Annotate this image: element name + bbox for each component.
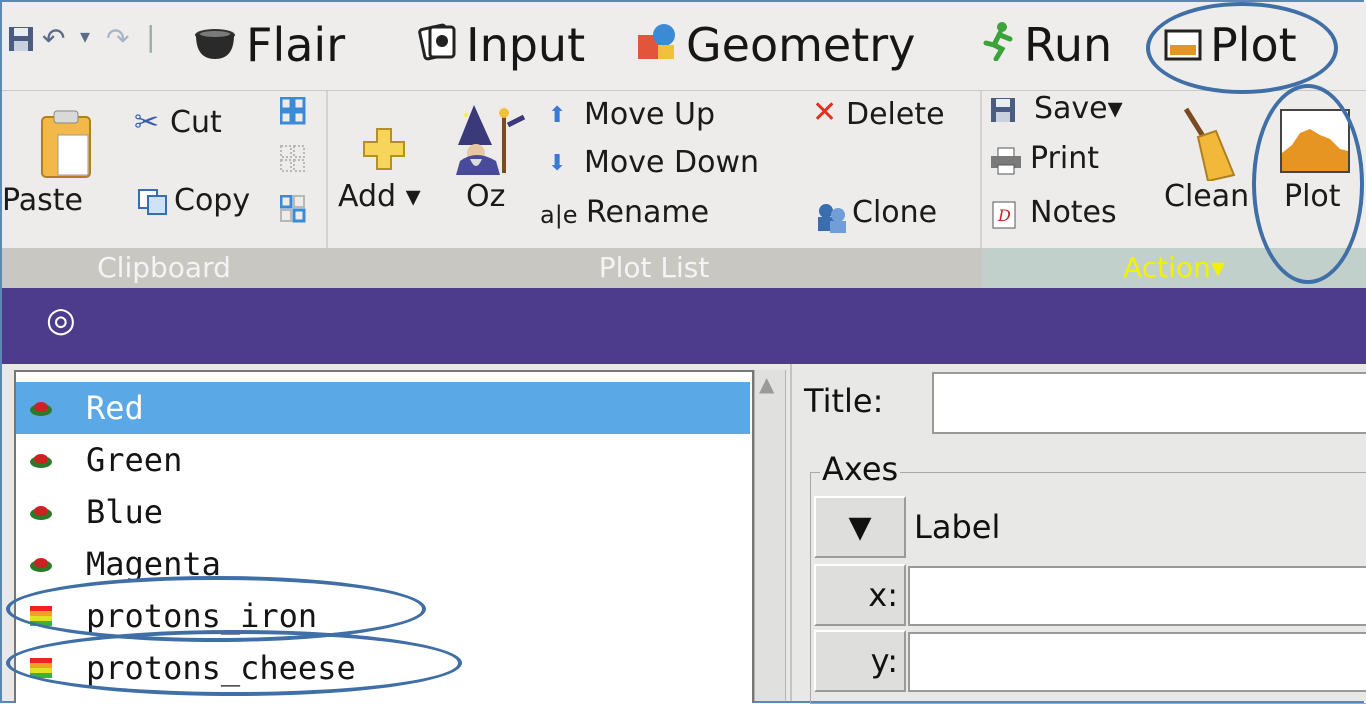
ribbon-group-bar: Clipboard Plot List Action▾ (2, 248, 1366, 288)
invert-selection-icon[interactable] (279, 194, 306, 227)
label-column-header: Label (914, 508, 1001, 546)
up-arrow-icon: ⬆ (548, 103, 567, 128)
clean-label: Clean (1164, 179, 1250, 214)
detector-icon (16, 398, 66, 418)
toolbar-divider: | (146, 20, 156, 53)
ribbon: Paste ✂ Cut Copy Add ▾ Oz ⬆ Move Up ⬇ Mo… (2, 90, 1366, 249)
scroll-up-icon[interactable]: ▲ (759, 372, 774, 396)
tab-input[interactable]: Input (418, 10, 585, 80)
plot-list-item-label: Green (86, 441, 183, 479)
copy-label: Copy (174, 183, 251, 218)
target-icon[interactable]: ◎ (46, 300, 76, 340)
paste-label: Paste (2, 183, 83, 218)
tab-flair[interactable]: Flair (192, 10, 345, 80)
plot-properties-panel: Title: Axes ▼ Label x: y: (790, 364, 1366, 704)
cauldron-icon (192, 18, 238, 72)
group-clipboard-label: Clipboard (97, 251, 231, 284)
delete-x-icon: ✕ (812, 95, 838, 130)
move-down-label: Move Down (584, 145, 759, 180)
group-plotlist-label: Plot List (598, 251, 710, 284)
tab-run-label: Run (1024, 18, 1113, 72)
add-plus-icon (362, 127, 406, 175)
page-header-bar: ◎ (2, 288, 1366, 364)
cards-icon (418, 18, 458, 72)
notes-label: Notes (1030, 195, 1117, 230)
label-collapse-toggle[interactable]: ▼ (814, 496, 906, 558)
plot-list-item-label: Red (86, 389, 144, 427)
tab-run[interactable]: Run (982, 10, 1112, 80)
x-label-input[interactable] (908, 566, 1366, 626)
select-all-icon[interactable] (279, 96, 306, 129)
clone-label: Clone (852, 195, 938, 230)
oz-label: Oz (466, 179, 506, 214)
detector-icon (16, 554, 66, 574)
select-none-icon[interactable] (280, 145, 306, 177)
tab-geometry[interactable]: Geometry (636, 10, 915, 80)
title-input[interactable] (932, 372, 1366, 434)
undo-dropdown-icon[interactable]: ▾ (80, 24, 90, 48)
print-label: Print (1030, 141, 1100, 176)
detector-icon (16, 502, 66, 522)
undo-icon[interactable]: ↶ (42, 22, 65, 55)
clone-icon (814, 201, 850, 237)
wizard-icon (446, 105, 528, 179)
plot-list-item-label: Blue (86, 493, 164, 531)
cut-label: Cut (170, 105, 222, 140)
move-up-label: Move Up (584, 97, 715, 132)
y-axis-button[interactable]: y: (814, 630, 906, 692)
scissors-icon: ✂ (134, 105, 160, 140)
notes-icon: D (992, 201, 1016, 233)
geometry-icon (636, 18, 678, 72)
tab-flair-label: Flair (246, 18, 346, 72)
rename-icon: a|e (540, 201, 578, 229)
broom-icon (1180, 107, 1236, 185)
add-label: Add ▾ (338, 179, 421, 214)
ribbon-separator (326, 91, 328, 249)
down-arrow-icon: ⬇ (548, 151, 567, 176)
annotation-ellipse-plot-button (1252, 84, 1364, 284)
tab-input-label: Input (466, 18, 586, 72)
save-icon[interactable] (8, 26, 34, 59)
axes-label: Axes (820, 450, 901, 488)
title-label: Title: (804, 382, 884, 420)
detector-icon (16, 450, 66, 470)
plot-list-item-green[interactable]: Green (16, 434, 750, 486)
annotation-ellipse-plot-tab (1146, 2, 1338, 94)
plot-list-item-red[interactable]: Red (16, 382, 750, 434)
save-icon (990, 97, 1016, 127)
copy-icon (138, 189, 168, 219)
plot-list-scrollbar[interactable]: ▲ (754, 370, 786, 701)
x-axis-button[interactable]: x: (814, 564, 906, 626)
rename-label: Rename (586, 195, 710, 230)
flair-window: ↶ ▾ ↷ | Flair Input Geometry Run Plot Pa… (0, 0, 1366, 704)
plot-list-item-blue[interactable]: Blue (16, 486, 750, 538)
clipboard-paste-icon (40, 109, 92, 183)
ribbon-separator (980, 91, 982, 249)
y-label-input[interactable] (908, 632, 1366, 692)
redo-icon[interactable]: ↷ (106, 22, 129, 55)
delete-label: Delete (846, 97, 945, 132)
tab-geometry-label: Geometry (686, 18, 916, 72)
triangle-down-icon: ▼ (848, 509, 872, 545)
y-axis-label: y: (870, 642, 898, 680)
x-axis-label: x: (868, 576, 898, 614)
runner-icon (982, 18, 1016, 72)
svg-text:D: D (997, 206, 1011, 225)
printer-icon (990, 147, 1022, 179)
annotation-ellipse-protons-cheese (6, 630, 462, 696)
save-label: Save▾ (1034, 91, 1123, 126)
